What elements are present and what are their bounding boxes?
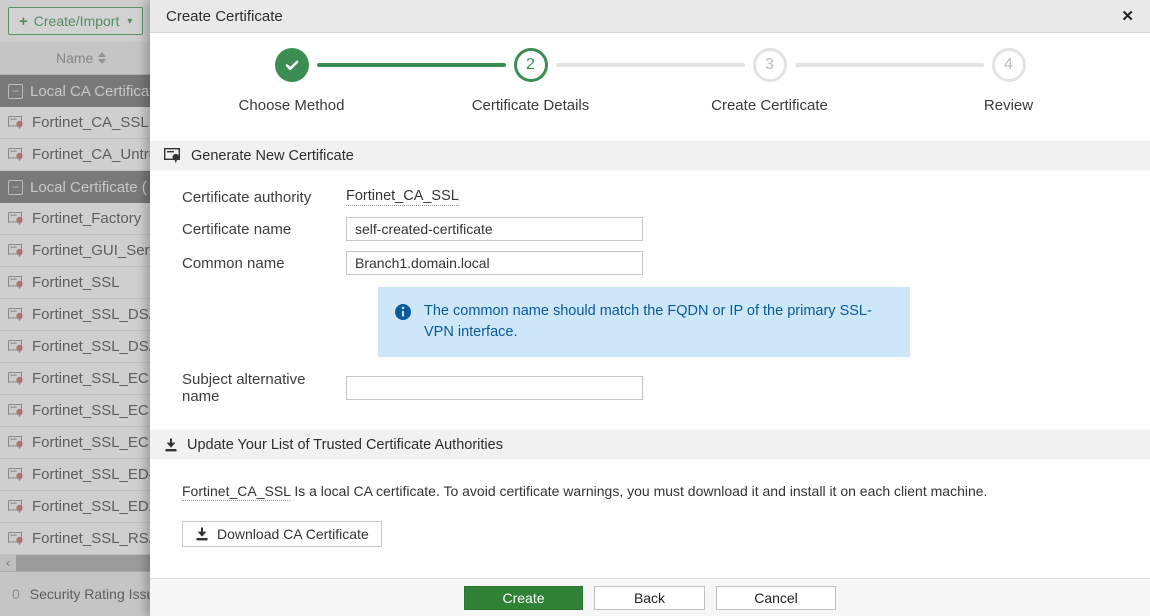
step-label: Create Certificate xyxy=(711,97,828,114)
ca-note: Fortinet_CA_SSL Is a local CA certificat… xyxy=(182,483,1118,499)
step-certificate-details: 2 Certificate Details xyxy=(411,48,650,114)
step-label: Certificate Details xyxy=(472,97,590,114)
info-message-text: The common name should match the FQDN or… xyxy=(424,301,894,343)
download-icon xyxy=(195,527,209,541)
step-circle-active: 2 xyxy=(514,48,548,82)
create-certificate-modal: Create Certificate ✕ Choose Method 2 Cer… xyxy=(150,0,1150,616)
download-icon xyxy=(164,438,178,452)
field-label-common-name: Common name xyxy=(182,255,346,272)
certificate-seal-icon xyxy=(164,148,182,164)
section-title: Generate New Certificate xyxy=(191,148,354,164)
section-title: Update Your List of Trusted Certificate … xyxy=(187,437,503,453)
certificate-name-input[interactable] xyxy=(346,217,643,241)
section-header-update-ca: Update Your List of Trusted Certificate … xyxy=(150,430,1150,459)
step-number: 2 xyxy=(526,56,535,74)
modal-backdrop-overlay xyxy=(0,0,150,616)
field-label-certificate-name: Certificate name xyxy=(182,221,346,238)
ca-note-link[interactable]: Fortinet_CA_SSL xyxy=(182,483,290,501)
step-review: 4 Review xyxy=(889,48,1128,114)
step-circle-pending: 4 xyxy=(992,48,1026,82)
step-number: 3 xyxy=(765,56,774,74)
certificate-form: Certificate authority Fortinet_CA_SSL Ce… xyxy=(150,188,1150,405)
subject-alt-name-input[interactable] xyxy=(346,376,643,400)
back-button[interactable]: Back xyxy=(594,586,705,610)
download-button-label: Download CA Certificate xyxy=(217,526,369,542)
step-label: Choose Method xyxy=(239,97,345,114)
field-label-certificate-authority: Certificate authority xyxy=(182,189,346,206)
download-ca-certificate-button[interactable]: Download CA Certificate xyxy=(182,521,382,547)
close-icon[interactable]: ✕ xyxy=(1121,7,1134,25)
check-icon xyxy=(283,56,301,74)
field-label-subject-alt-name: Subject alternative name xyxy=(182,371,346,405)
step-circle-done xyxy=(275,48,309,82)
step-create-certificate: 3 Create Certificate xyxy=(650,48,889,114)
modal-header: Create Certificate ✕ xyxy=(150,0,1150,33)
step-label: Review xyxy=(984,97,1033,114)
wizard-stepper: Choose Method 2 Certificate Details 3 Cr… xyxy=(150,33,1150,114)
step-number: 4 xyxy=(1004,56,1013,74)
modal-footer: Create Back Cancel xyxy=(150,578,1150,616)
section-header-generate: Generate New Certificate xyxy=(150,141,1150,170)
info-message-box: The common name should match the FQDN or… xyxy=(378,287,910,357)
step-choose-method: Choose Method xyxy=(172,48,411,114)
create-button[interactable]: Create xyxy=(464,586,583,610)
certificate-authority-value-link[interactable]: Fortinet_CA_SSL xyxy=(346,188,459,206)
cancel-button[interactable]: Cancel xyxy=(716,586,836,610)
common-name-input[interactable] xyxy=(346,251,643,275)
ca-note-text: Is a local CA certificate. To avoid cert… xyxy=(290,483,987,499)
modal-title: Create Certificate xyxy=(166,8,283,25)
step-circle-pending: 3 xyxy=(753,48,787,82)
modal-content: Generate New Certificate Certificate aut… xyxy=(150,114,1150,578)
info-icon xyxy=(394,303,412,321)
